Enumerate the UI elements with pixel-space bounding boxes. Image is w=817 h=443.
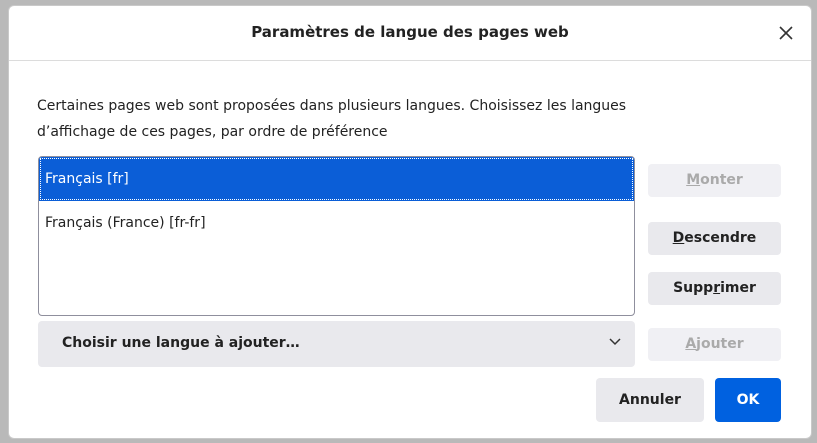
move-up-button[interactable]: Monter: [648, 164, 781, 197]
move-up-label-post: onter: [700, 172, 743, 188]
description-line-2: d’affichage de ces pages, par ordre de p…: [37, 124, 388, 140]
chevron-down-icon: [609, 338, 621, 346]
language-select-label: Choisir une langue à ajouter…: [62, 335, 300, 351]
move-up-accel: M: [686, 172, 701, 188]
move-down-button[interactable]: Descendre: [648, 222, 781, 255]
close-icon: [779, 26, 793, 40]
language-list[interactable]: Français [fr] Français (France) [fr-fr]: [38, 156, 635, 316]
remove-label-post: imer: [720, 280, 756, 296]
remove-button[interactable]: Supprimer: [648, 272, 781, 305]
close-button[interactable]: [773, 20, 799, 46]
language-select[interactable]: Choisir une langue à ajouter…: [38, 321, 635, 367]
language-settings-dialog: Paramètres de langue des pages web Certa…: [8, 5, 812, 439]
ok-button[interactable]: OK: [715, 378, 781, 422]
dialog-titlebar: Paramètres de langue des pages web: [9, 6, 811, 61]
cancel-button[interactable]: Annuler: [596, 378, 704, 422]
dialog-title: Paramètres de langue des pages web: [251, 23, 569, 41]
remove-label-pre: Supp: [673, 280, 714, 296]
language-item-fr[interactable]: Français [fr]: [39, 157, 634, 201]
add-accel: A: [685, 336, 697, 352]
dialog-description: Certaines pages web sont proposées dans …: [37, 93, 777, 145]
move-down-accel: D: [672, 230, 685, 246]
add-label-post: jouter: [696, 336, 744, 352]
add-button[interactable]: Ajouter: [648, 328, 781, 361]
description-line-1: Certaines pages web sont proposées dans …: [37, 98, 627, 114]
move-down-label-post: escendre: [684, 230, 757, 246]
language-item-fr-fr[interactable]: Français (France) [fr-fr]: [39, 201, 634, 245]
